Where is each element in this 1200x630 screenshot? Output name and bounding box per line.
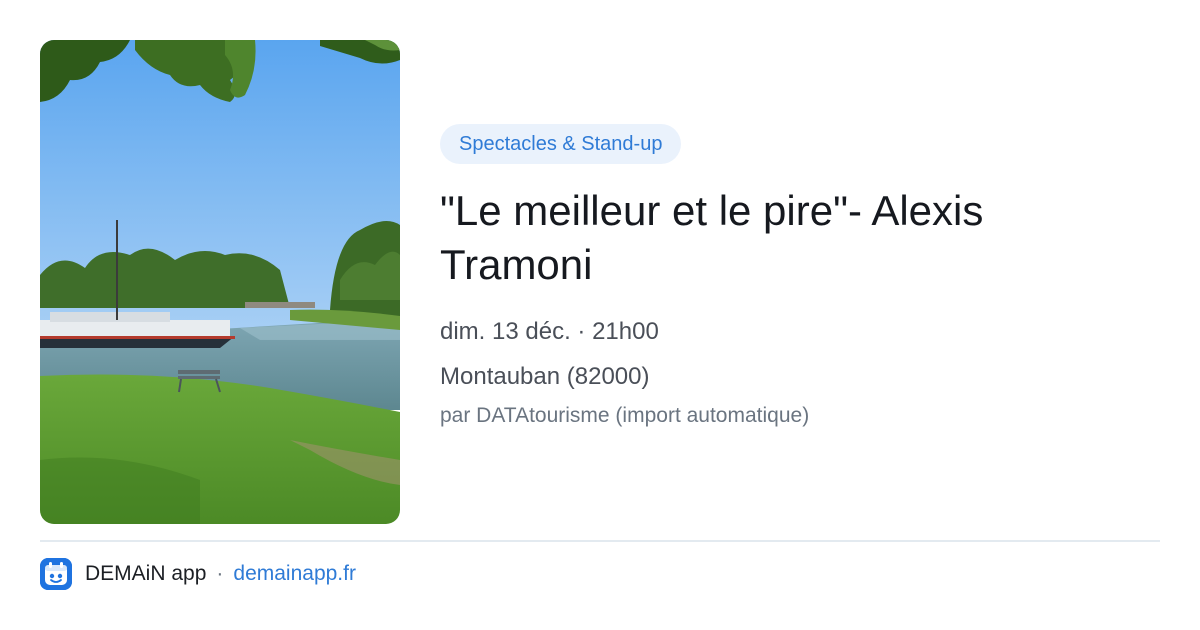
demain-app-logo-icon bbox=[40, 558, 72, 590]
footer-divider bbox=[40, 540, 1160, 542]
category-badge[interactable]: Spectacles & Stand-up bbox=[440, 124, 682, 164]
event-date: dim. 13 déc. · 21h00 bbox=[440, 318, 659, 345]
event-title: "Le meilleur et le pire"- Alexis Tramoni bbox=[440, 187, 984, 288]
event-share-card: Spectacles & Stand-up "Le meilleur et le… bbox=[0, 0, 1200, 630]
event-info: Spectacles & Stand-up "Le meilleur et le… bbox=[440, 124, 1160, 430]
footer-separator: · bbox=[216, 562, 224, 585]
app-website-link[interactable]: demainapp.fr bbox=[233, 562, 356, 586]
event-source: par DATAtourisme (import automatique) bbox=[440, 404, 810, 427]
event-location: Montauban (82000) bbox=[440, 363, 650, 390]
app-name: DEMAiN app bbox=[85, 562, 207, 585]
event-photo bbox=[40, 40, 400, 524]
footer: DEMAiN app · demainapp.fr bbox=[40, 558, 356, 590]
